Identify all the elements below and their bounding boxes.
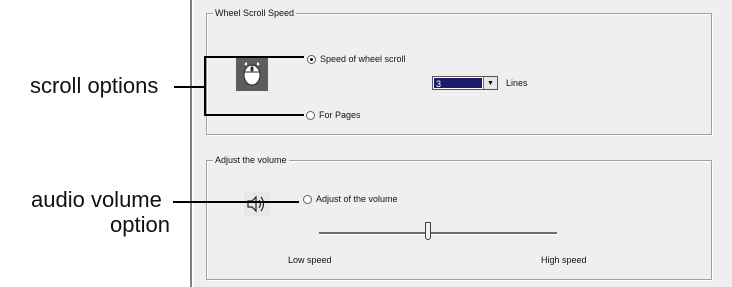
adjust-volume-group: Adjust the volume [206,154,712,280]
wheel-scroll-speed-title: Wheel Scroll Speed [213,7,297,19]
adjust-volume-option[interactable]: Adjust of the volume [303,194,398,204]
slider-high-label: High speed [541,255,587,265]
adjust-volume-title: Adjust the volume [213,154,289,166]
audio-volume-pointer [173,201,299,203]
for-pages-label: For Pages [319,110,361,120]
chevron-down-icon[interactable]: ▼ [483,77,497,89]
scroll-options-pointer [174,86,205,88]
adjust-volume-label: Adjust of the volume [316,194,398,204]
speed-of-wheel-scroll-label: Speed of wheel scroll [320,54,406,64]
lines-dropdown-value: 3 [434,78,482,89]
speaker-volume-icon [244,192,270,216]
mouse-wheel-icon [236,57,268,91]
callout-scroll-options: scroll options [30,73,159,98]
volume-slider-thumb[interactable] [425,222,432,240]
panel-edge-highlight [192,0,194,287]
scroll-options-bracket-top [204,56,304,58]
slider-low-label: Low speed [288,255,332,265]
callout-audio-volume-line1: audio volume [31,187,162,212]
lines-label: Lines [506,78,528,88]
speed-of-wheel-scroll-radio[interactable] [307,54,316,64]
speed-of-wheel-scroll-option[interactable]: Speed of wheel scroll [307,54,406,64]
lines-dropdown[interactable]: 3 ▼ [432,76,498,90]
for-pages-option[interactable]: For Pages [306,110,361,120]
callout-audio-volume-line2: option [110,212,170,237]
scroll-options-bracket-bottom [204,114,304,116]
for-pages-radio[interactable] [306,110,315,120]
volume-slider-track[interactable] [319,232,557,235]
adjust-volume-radio[interactable] [303,194,312,204]
wheel-scroll-speed-group: Wheel Scroll Speed [206,7,712,135]
